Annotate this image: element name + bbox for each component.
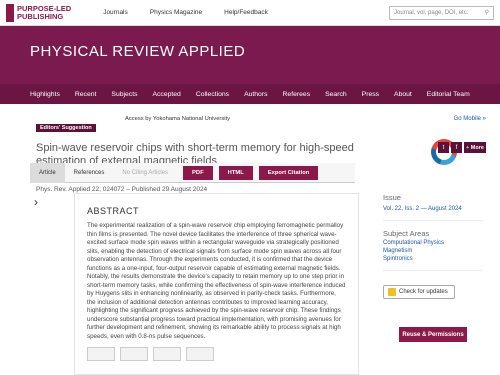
topnav-help-feedback[interactable]: Help/Feedback (224, 9, 268, 16)
abstract-panel: ABSTRACT The experimental realization of… (74, 193, 359, 375)
nav-press[interactable]: Press (362, 91, 379, 98)
nav-accepted[interactable]: Accepted (152, 91, 180, 98)
subject-link[interactable]: Spintronics (383, 256, 483, 262)
sidebar: Issue Vol. 22, Iss. 2 — August 2024 Subj… (383, 193, 483, 342)
aps-logo[interactable]: PURPOSE-LED PUBLISHING (6, 3, 71, 22)
tab-references[interactable]: References (65, 163, 114, 183)
main-nav: Highlights Recent Subjects Accepted Coll… (0, 84, 500, 104)
logo-line2: PUBLISHING (17, 11, 64, 21)
tab-citing-articles: No Citing Articles (122, 169, 169, 176)
nav-editorial-team[interactable]: Editorial Team (427, 91, 470, 98)
nav-authors[interactable]: Authors (244, 91, 267, 98)
figure-thumbnail[interactable] (153, 347, 181, 361)
tab-article[interactable]: Article (30, 162, 65, 183)
abstract-text: The experimental realization of a spin-w… (87, 222, 346, 340)
journal-banner: PHYSICAL REVIEW APPLIED (0, 26, 500, 84)
nav-highlights[interactable]: Highlights (30, 91, 60, 98)
subject-areas-heading: Subject Areas (383, 229, 430, 238)
html-button[interactable]: HTML (218, 165, 253, 180)
logo-mark-icon (6, 3, 14, 22)
figure-thumbnails (87, 347, 346, 361)
article-citation: Phys. Rev. Applied 22, 024072 – Publishe… (36, 186, 208, 193)
nav-about[interactable]: About (394, 91, 412, 98)
pdf-button[interactable]: PDF (183, 165, 213, 180)
issue-box: Issue Vol. 22, Iss. 2 — August 2024 (383, 193, 483, 221)
share-buttons: t f + More (436, 142, 486, 153)
chevron-right-icon[interactable]: › (34, 195, 38, 209)
nav-subjects[interactable]: Subjects (111, 91, 137, 98)
check-updates-label: Check for updates (399, 289, 448, 295)
crossmark-icon (388, 288, 396, 296)
top-bar: PURPOSE-LED PUBLISHING Journals Physics … (0, 0, 500, 26)
subject-link[interactable]: Computational Physics (383, 240, 483, 246)
figure-thumbnail[interactable] (120, 347, 148, 361)
facebook-icon[interactable]: f (451, 142, 462, 153)
twitter-icon[interactable]: t (438, 142, 449, 153)
issue-link[interactable]: Vol. 22, Iss. 2 — August 2024 (383, 206, 483, 212)
nav-search[interactable]: Search (325, 91, 347, 98)
subject-areas-box: Subject Areas Computational Physics Magn… (383, 229, 483, 271)
search-placeholder: Journal, vol, page, DOI, etc. (394, 9, 469, 16)
topnav-physics-magazine[interactable]: Physics Magazine (150, 9, 202, 16)
issue-heading: Issue (383, 193, 401, 202)
search-input[interactable]: Journal, vol, page, DOI, etc. ⚲ (389, 5, 494, 20)
nav-referees[interactable]: Referees (283, 91, 311, 98)
article-tabs: Article References No Citing Articles PD… (30, 162, 355, 183)
check-for-updates-button[interactable]: Check for updates (383, 285, 455, 299)
share-more-button[interactable]: + More (464, 142, 486, 153)
nav-recent[interactable]: Recent (75, 91, 97, 98)
editors-suggestion-badge[interactable]: Editors' Suggestion (36, 124, 96, 132)
journal-title[interactable]: PHYSICAL REVIEW APPLIED (30, 43, 245, 60)
nav-collections[interactable]: Collections (196, 91, 229, 98)
go-mobile-link[interactable]: Go Mobile » (454, 116, 486, 122)
search-icon[interactable]: ⚲ (485, 9, 489, 16)
access-notice: Access by Yokohama National University (125, 116, 231, 122)
abstract-heading: ABSTRACT (87, 206, 140, 216)
export-citation-button[interactable]: Export Citation (258, 165, 319, 180)
figure-thumbnail[interactable] (186, 347, 214, 361)
reuse-permissions-button[interactable]: Reuse & Permissions (399, 327, 467, 342)
article-header: Editors' Suggestion Access by Yokohama N… (0, 104, 500, 204)
figure-thumbnail[interactable] (87, 347, 115, 361)
subject-link[interactable]: Magnetism (383, 248, 483, 254)
topnav-journals[interactable]: Journals (103, 9, 128, 16)
top-nav: Journals Physics Magazine Help/Feedback (103, 9, 290, 16)
